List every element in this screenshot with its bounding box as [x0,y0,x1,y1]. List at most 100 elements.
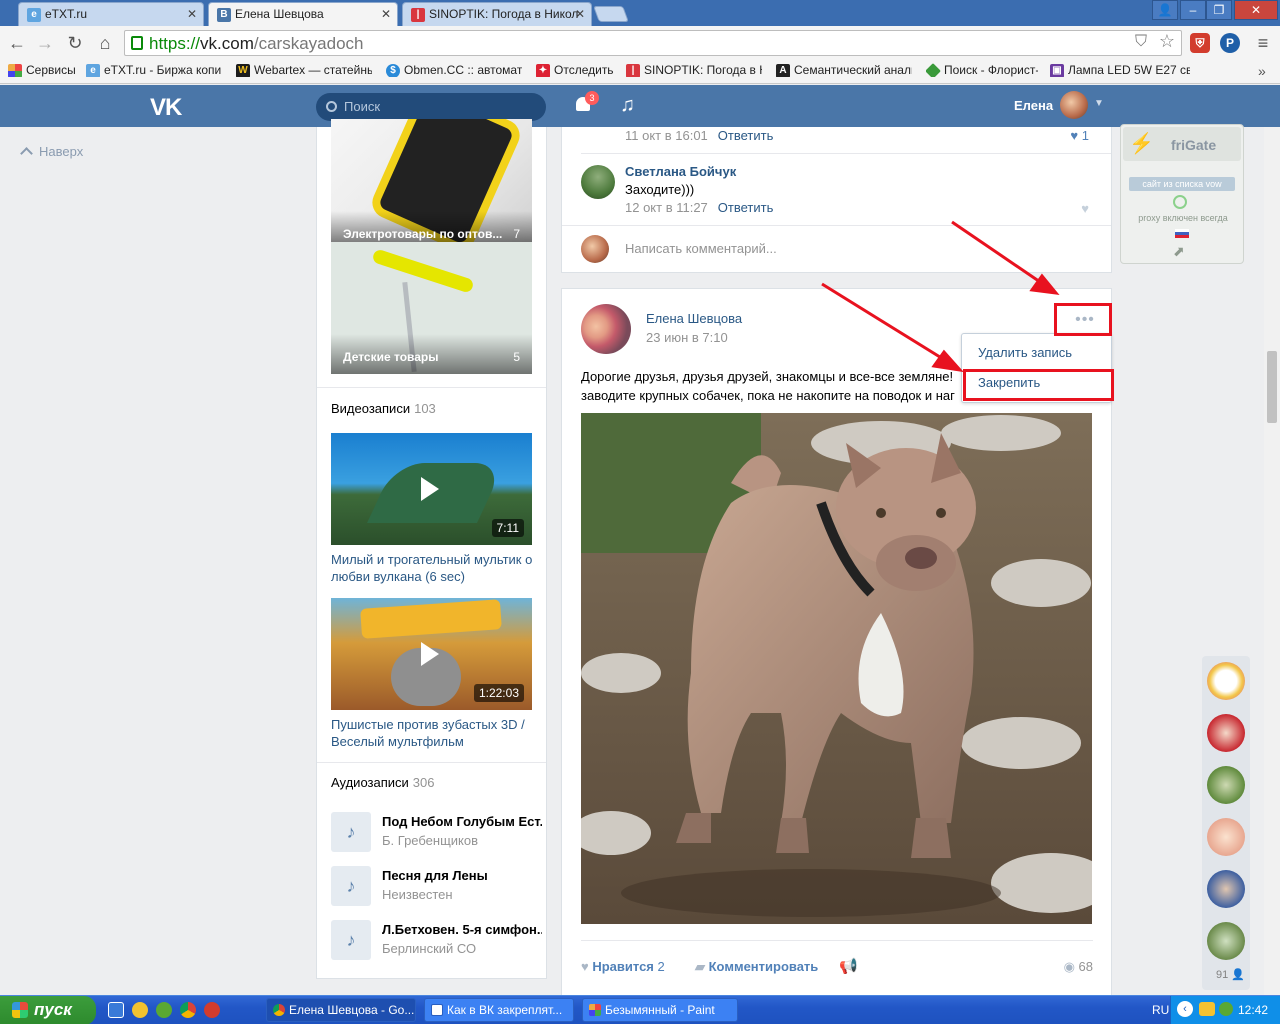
audio-item[interactable]: ♪ Песня для Лены Неизвестен [331,866,541,906]
yandex-icon[interactable] [204,1002,220,1018]
group-avatar[interactable] [1207,870,1245,908]
start-button[interactable]: пуск [0,996,96,1024]
heart-icon[interactable]: ♥ [1081,201,1089,216]
frigate-site-status: сайт из списка vow [1129,177,1235,191]
tray-app-icon[interactable] [1199,1002,1215,1016]
audio-artist[interactable]: Берлинский СО [382,941,476,956]
scrollbar-thumb[interactable] [1267,351,1277,423]
task-document[interactable]: Как в ВК закреплят... [424,998,574,1022]
minimize-button[interactable]: – [1180,0,1206,20]
close-tab-icon[interactable]: ✕ [381,7,391,21]
music-note-icon[interactable]: ♫ [620,94,635,117]
comment-like[interactable]: ♥ 1 [1070,128,1089,143]
comment-button[interactable]: ▰ Комментировать [695,959,818,975]
clock[interactable]: 12:42 [1238,1003,1268,1017]
bookmark-track[interactable]: ✦ Отследить [536,63,616,77]
play-audio-icon[interactable]: ♪ [331,812,371,852]
header-avatar[interactable] [1060,91,1088,119]
delete-post-item[interactable]: Удалить запись [978,345,1072,360]
share-megaphone-icon[interactable]: 📢 [839,957,858,975]
market-item-kids[interactable]: Детские товары 5 [331,242,532,374]
audio-artist[interactable]: Б. Гребенщиков [382,833,478,848]
group-avatar[interactable] [1207,818,1245,856]
group-avatar[interactable] [1207,922,1245,960]
extension-p-icon[interactable]: P [1220,33,1240,53]
video-title[interactable]: Пушистые против зубастых 3D / Веселый му… [331,716,536,750]
task-paint[interactable]: Безымянный - Paint [582,998,738,1022]
search-input[interactable]: Поиск [316,93,546,121]
comment-author[interactable]: Светлана Бойчук [625,164,736,179]
group-avatar[interactable] [1207,766,1245,804]
post-author-avatar[interactable] [581,304,631,354]
vk-logo[interactable]: VK [150,94,182,122]
bookmark-semantic[interactable]: A Семантический анализ [776,63,912,77]
bookmark-sinoptik[interactable]: | SINOPTIK: Погода в Ни [626,63,762,77]
videos-header[interactable]: Видеозаписи 103 [331,401,436,416]
groups-count[interactable]: 91 👤 [1216,968,1245,981]
write-comment-input[interactable]: Написать комментарий... [625,241,777,256]
post-author[interactable]: Елена Шевцова [646,311,742,326]
post-date[interactable]: 23 июн в 7:10 [646,330,728,345]
bookmark-star-icon[interactable]: ☆ [1159,31,1175,52]
play-audio-icon[interactable]: ♪ [331,866,371,906]
page-scrollbar[interactable] [1264,127,1280,995]
group-avatar[interactable] [1207,714,1245,752]
tray-network-icon[interactable] [1219,1002,1233,1016]
extension-shield-icon[interactable]: ⛉ [1135,33,1147,51]
reply-link[interactable]: Ответить [718,200,774,215]
post-photo-dog[interactable] [581,413,1092,924]
restore-button[interactable]: ❐ [1206,0,1232,20]
adblock-icon[interactable]: ⛨ [1190,33,1210,53]
more-bookmarks-chevron-icon[interactable]: » [1258,63,1266,79]
video-thumbnail-fluffy[interactable]: 1:22:03 [331,598,532,710]
reply-link[interactable]: Ответить [718,128,774,143]
bookmarks-bar: Сервисы e eTXT.ru - Биржа копир W Webartex… [0,59,1280,84]
play-audio-icon[interactable]: ♪ [331,920,371,960]
bookmark-florist[interactable]: Поиск - Флорист-Х [926,63,1038,77]
header-user-name[interactable]: Елена [1014,98,1053,113]
bookmark-etxt[interactable]: e eTXT.ru - Биржа копир [86,63,222,77]
bookmark-webartex[interactable]: W Webartex — статейный [236,63,372,77]
back-arrow-icon[interactable]: ← [6,32,28,54]
video-title[interactable]: Милый и трогательный мультик о любви вул… [331,551,536,585]
bookmark-obmen[interactable]: $ Obmen.CC :: автомати [386,63,522,77]
close-tab-icon[interactable]: ✕ [575,7,585,21]
power-icon[interactable] [1173,195,1187,209]
quicklaunch-icon[interactable] [156,1002,172,1018]
new-tab-button[interactable] [593,6,629,22]
back-to-top-link[interactable]: Наверх [20,144,83,160]
bookmark-lamp[interactable]: ▣Лампа LED 5W E27 свет [1050,63,1190,77]
like-button[interactable]: ♥ Нравится 2 [581,959,665,974]
audio-artist[interactable]: Неизвестен [382,887,453,902]
show-desktop-icon[interactable] [108,1002,124,1018]
home-icon[interactable]: ⌂ [94,32,116,54]
audio-header[interactable]: Аудиозаписи 306 [331,775,434,790]
language-indicator[interactable]: RU [1152,1003,1169,1017]
notifications-bell-icon[interactable]: 3 [574,91,599,115]
frigate-extension-widget[interactable]: ⚡ friGate сайт из списка vow proxy включ… [1120,124,1244,264]
audio-item[interactable]: ♪ Л.Бетховен. 5-я симфон... Берлинский С… [331,920,542,960]
close-window-button[interactable]: ✕ [1234,0,1278,20]
forward-arrow-icon[interactable]: → [34,32,56,54]
arrow-up-icon[interactable]: ⬈ [1173,243,1185,260]
group-baby-boom[interactable] [1207,662,1245,700]
quicklaunch-icon[interactable] [132,1002,148,1018]
task-chrome[interactable]: Елена Шевцова - Go... [266,998,416,1022]
tray-expand-icon[interactable]: ‹ [1177,1001,1193,1017]
tab-vk[interactable]: B Елена Шевцова ✕ [208,2,398,26]
tab-etxt[interactable]: e eTXT.ru ✕ [18,2,204,26]
close-tab-icon[interactable]: ✕ [187,7,197,21]
chevron-down-icon[interactable]: ▼ [1094,98,1104,109]
address-bar[interactable]: https://vk.com/carskayadoch ⛉ ☆ [124,30,1182,56]
tab-label: eTXT.ru [45,7,88,21]
tab-sinoptik[interactable]: | SINOPTIK: Погода в Никол ✕ [402,2,592,26]
audio-item[interactable]: ♪ Под Небом Голубым Ест... Б. Гребенщико… [331,812,542,852]
comment-avatar[interactable] [581,165,615,199]
reload-icon[interactable]: ↻ [64,32,86,54]
video-thumbnail-volcano[interactable]: 7:11 [331,433,532,545]
market-item-electro[interactable]: Электротовары по оптов... 7 [331,119,532,251]
chrome-icon[interactable] [180,1002,196,1018]
chrome-menu-icon[interactable]: ≡ [1252,32,1274,54]
bookmark-services[interactable]: Сервисы [8,63,78,77]
user-profile-icon[interactable]: 👤 [1152,0,1178,20]
